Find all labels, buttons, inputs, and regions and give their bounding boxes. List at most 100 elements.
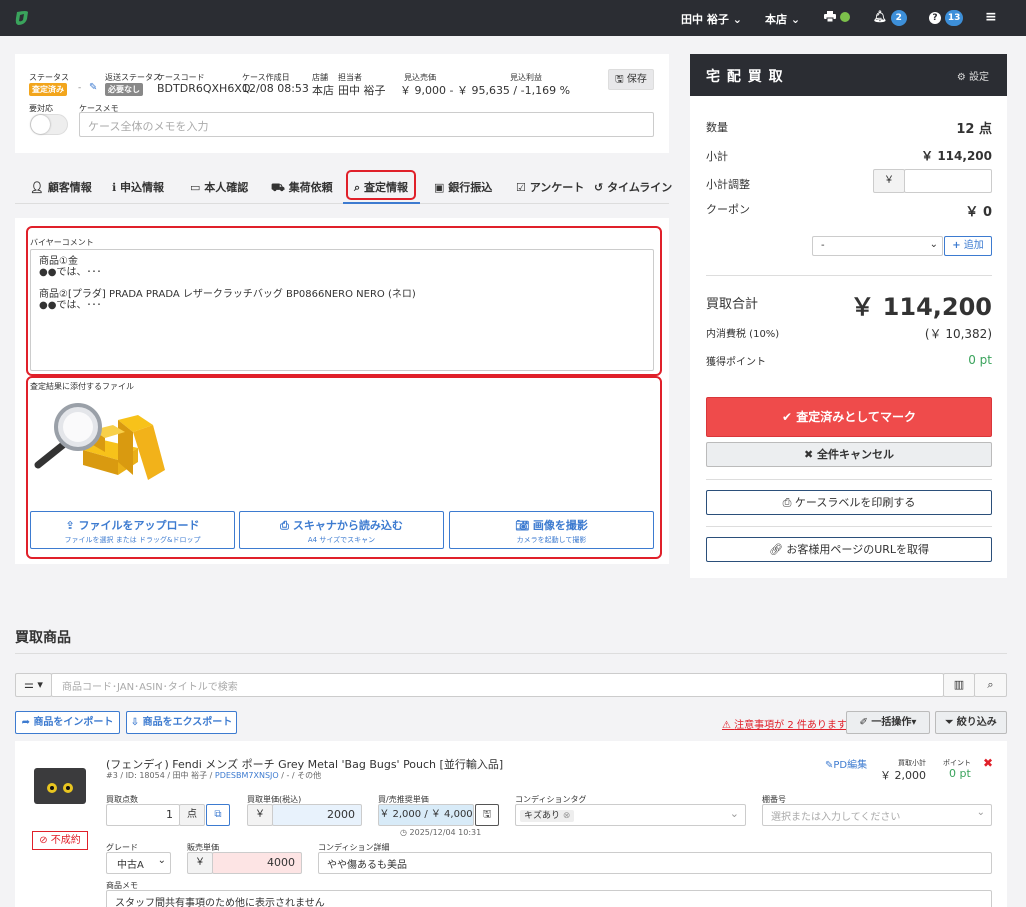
attach-label: 査定結果に添付するファイル [30, 382, 134, 391]
product-search-input[interactable]: 商品コード･JAN･ASIN･タイトルで検索 [51, 673, 944, 697]
remove-item-icon[interactable]: ✖ [983, 756, 993, 770]
printer-status[interactable] [824, 11, 850, 24]
customer-url-button[interactable]: 🔗︎ お客様用ページのURLを取得 [706, 537, 992, 562]
grade-select[interactable]: 中古A ⌄ [106, 852, 171, 874]
buyer-comment-label: バイヤーコメント [30, 238, 94, 247]
store-menu[interactable]: 本店 ⌄ [765, 11, 800, 27]
cond-tag-chip: キズあり ⊗ [520, 810, 575, 822]
store-name: 本店 [765, 13, 787, 26]
shelf-placeholder: 選択または入力してください [771, 812, 901, 823]
barcode-button[interactable]: ▥ [943, 673, 975, 697]
tab-customer[interactable]: 👤︎ 顧客情報 [30, 179, 92, 195]
cancel-all-button[interactable]: ✖ 全件キャンセル [706, 442, 992, 467]
user-name: 田中 裕子 [681, 13, 729, 26]
status-value-wrap: 査定済み [29, 82, 67, 96]
tabs-divider [15, 203, 669, 204]
photo-sub: カメラを起動して撮影 [516, 536, 587, 544]
clock-icon: ◷ [400, 828, 407, 837]
search-icon: ⌕ [354, 181, 361, 194]
import-button[interactable]: ➦ 商品をインポート [15, 711, 120, 734]
subtotal-value: ￥ 114,200 [921, 149, 992, 163]
tab-pickup[interactable]: ⛟ 集荷依頼 [271, 179, 333, 196]
staff-value: 田中 裕子 [338, 84, 386, 97]
pd-edit-link[interactable]: ✎PD編集 [825, 756, 867, 771]
notif-badge: 2 [890, 10, 907, 26]
needs-action-toggle[interactable] [30, 114, 68, 135]
export-button[interactable]: ⇩ 商品をエクスポート [126, 711, 237, 734]
tab-survey[interactable]: ☑ アンケート [516, 179, 584, 195]
user-icon: 👤︎ [30, 181, 44, 194]
tab-assessment[interactable]: ⌕ 査定情報 [354, 179, 408, 195]
warning-link[interactable]: ⚠ 注意事項が 2 件あります [722, 716, 847, 731]
tab-label: 申込情報 [120, 181, 165, 194]
notifications[interactable]: 🔔︎ 2 [873, 10, 907, 26]
buyer-comment-field[interactable]: 商品①金 ●●では、･･･ 商品②[プラダ] PRADA PRADA レザークラ… [30, 249, 654, 371]
divider [706, 479, 992, 480]
tax-value: (￥ 10,382) [924, 327, 992, 341]
tab-bank[interactable]: ▣ 銀行振込 [434, 179, 492, 195]
meta-link[interactable]: PDESBM7XNSJO [215, 771, 279, 780]
active-tab-underline [343, 202, 420, 204]
settings-link[interactable]: ⚙ 設定 [957, 68, 989, 83]
search-options-button[interactable]: ⚌ ▾ [15, 673, 52, 697]
print-label: ケースラベルを印刷する [794, 496, 916, 509]
photo-button[interactable]: 📷︎ 画像を撮影 カメラを起動して撮影 [449, 511, 654, 549]
shelf-select[interactable]: 選択または入力してください ⌄ [762, 804, 992, 826]
status-badge[interactable]: ⊘ 不成約 [32, 831, 88, 850]
gold-search-illustration [34, 403, 165, 480]
scan-button[interactable]: ⎙ スキャナから読み込む A4 サイズでスキャン [239, 511, 444, 549]
printer-icon [824, 11, 836, 23]
add-label: 追加 [963, 240, 984, 251]
tax-label: 内消費税 (10%) [706, 329, 780, 340]
help[interactable]: ? 13 [929, 10, 964, 26]
case-header-card: ステータス 査定済み - ✎ 返送ステータス 必要なし ケースコード BDTDR… [15, 54, 669, 153]
product-thumbnail[interactable] [32, 766, 88, 806]
tab-identity[interactable]: ▭ 本人確認 [190, 179, 248, 195]
total-label: 買取合計 [706, 297, 759, 312]
bulk-actions-button[interactable]: ✐ 一括操作▾ [846, 711, 930, 734]
tab-timeline[interactable]: ↺ タイムライン [594, 179, 672, 195]
cond-detail-field[interactable]: やや傷あるも美品 [318, 852, 992, 874]
add-coupon-button[interactable]: + 追加 [944, 236, 992, 256]
upload-button[interactable]: ⇪ ファイルをアップロード ファイルを選択 または ドラッグ&ドロップ [30, 511, 235, 549]
cond-tag-select[interactable]: キズあり ⊗ ⌄ [515, 804, 746, 826]
filter-button[interactable]: ⏷ 絞り込み [935, 711, 1007, 734]
coupon-label: クーポン [706, 203, 750, 216]
points-label: 獲得ポイント [706, 357, 766, 368]
print-label-button[interactable]: ⎙ ケースラベルを印刷する [706, 490, 992, 515]
item-memo-field[interactable]: スタッフ間共有事項のため他に表示されません [106, 890, 992, 907]
sale-price-input[interactable]: 4000 [212, 852, 302, 874]
save-ref-button[interactable]: 🖫 [475, 804, 499, 826]
share-icon: ➦ [21, 717, 30, 728]
side-title: 宅 配 買 取 [706, 69, 784, 85]
item-price-input[interactable]: 2000 [272, 804, 362, 826]
mark-assessed-button[interactable]: ✔ 査定済みとしてマーク [706, 397, 992, 437]
ref-date: ◷ 2025/12/04 10:31 [400, 828, 481, 837]
gear-icon: ⚙ [956, 72, 966, 83]
search-button[interactable]: ⌕ [974, 673, 1007, 697]
info-icon: ℹ [112, 181, 117, 194]
memo-placeholder: ケース全体のメモを入力 [88, 120, 209, 133]
bulk-label: 一括操作 [871, 717, 912, 728]
save-icon: 🖫 [482, 809, 492, 820]
save-button[interactable]: 🖫 保存 [608, 69, 654, 90]
printer-icon: ⎙ [280, 519, 289, 532]
app-logo[interactable] [14, 9, 30, 27]
url-label: お客様用ページのURLを取得 [786, 543, 930, 556]
adjust-input[interactable] [904, 169, 992, 193]
pencil-icon[interactable]: ✎ [89, 82, 97, 93]
tab-label: アンケート [529, 181, 585, 194]
user-menu[interactable]: 田中 裕子 ⌄ [681, 11, 742, 27]
coupon-select-value: - [821, 240, 825, 251]
yen-prefix: ￥ [247, 804, 273, 826]
item-qty-input[interactable]: 1 [106, 804, 180, 826]
store-value: 本店 [312, 84, 334, 97]
chevron-down-icon: ⌄ [790, 13, 801, 26]
tab-application[interactable]: ℹ 申込情報 [112, 179, 164, 195]
download-icon: ⇩ [130, 717, 140, 728]
case-memo-field[interactable]: ケース全体のメモを入力 [79, 112, 654, 137]
hamburger-icon[interactable]: ≡ [985, 9, 997, 25]
coupon-select[interactable]: - ⌄ [812, 236, 943, 256]
copy-button[interactable]: ⧉ [206, 804, 230, 826]
close-icon[interactable]: ⊗ [563, 811, 571, 821]
